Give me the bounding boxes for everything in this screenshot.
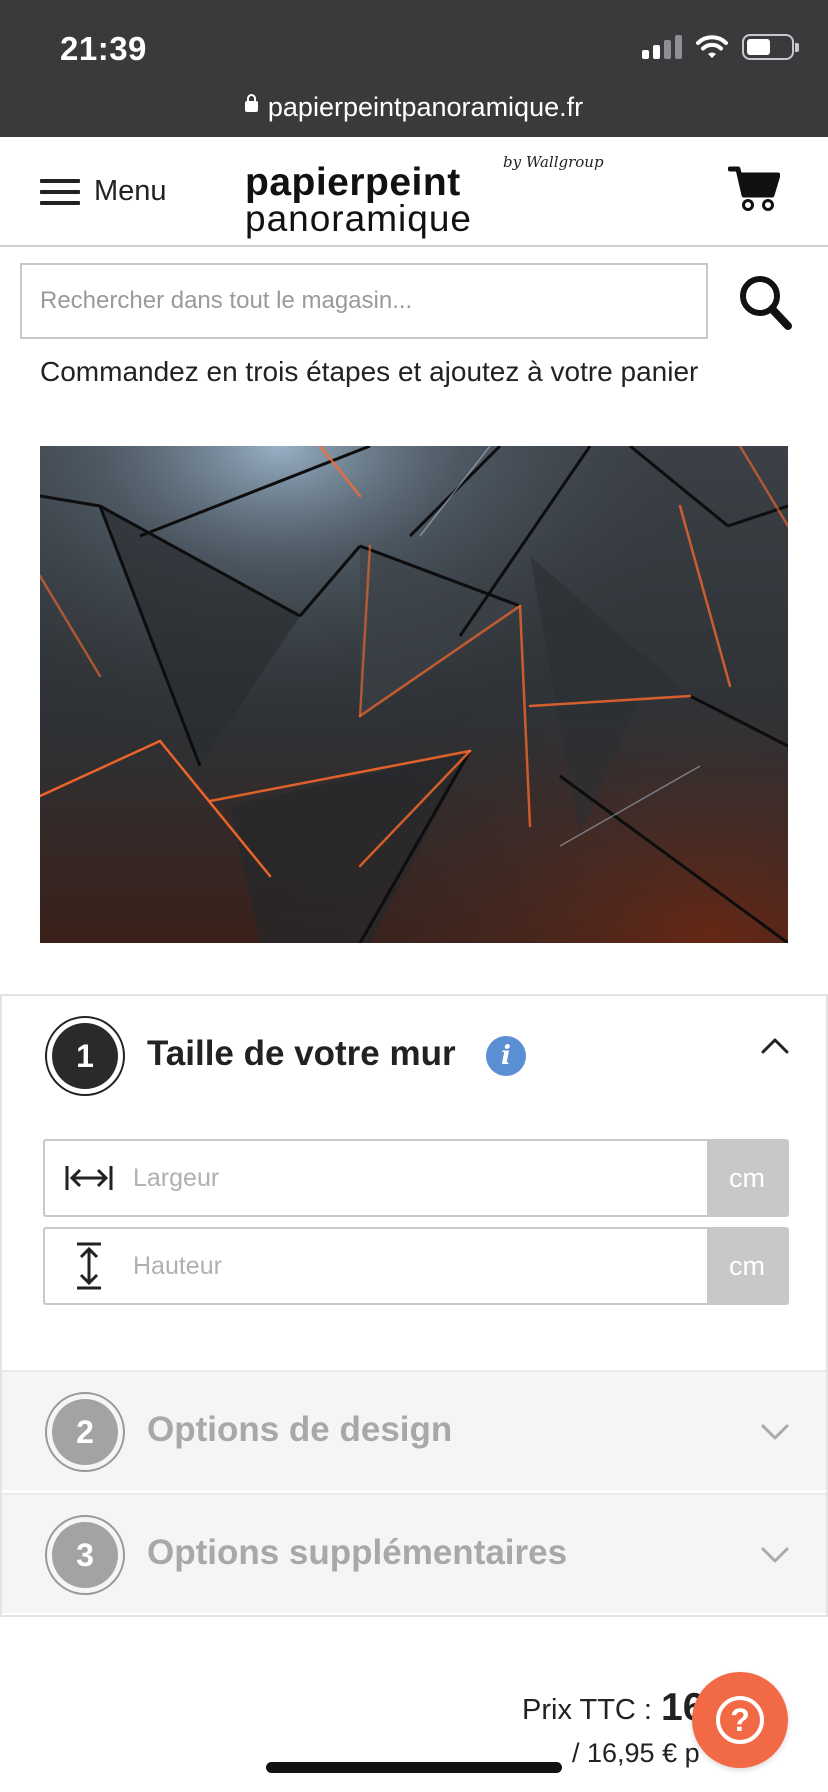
height-field: cm <box>43 1227 789 1305</box>
cellular-signal-icon <box>642 35 682 59</box>
question-mark-icon: ? <box>716 1696 764 1744</box>
wifi-icon <box>696 35 728 58</box>
status-time: 21:39 <box>60 30 147 67</box>
home-indicator[interactable] <box>266 1762 562 1773</box>
height-arrows-icon <box>45 1229 133 1303</box>
shopping-cart-icon[interactable] <box>728 165 780 213</box>
width-field: cm <box>43 1139 789 1217</box>
width-input[interactable] <box>133 1141 707 1215</box>
search-icon[interactable] <box>736 272 794 332</box>
info-icon[interactable]: i <box>486 1036 526 1076</box>
step-1-number: 1 <box>45 1016 125 1096</box>
product-image <box>40 446 788 943</box>
battery-icon <box>742 34 799 60</box>
height-unit: cm <box>707 1229 787 1303</box>
height-input[interactable] <box>133 1229 707 1303</box>
search-box <box>20 263 708 339</box>
logo-text-bottom: panoramique <box>245 198 472 239</box>
intro-text: Commandez en trois étapes et ajoutez à v… <box>40 356 699 387</box>
chevron-down-icon[interactable] <box>760 1416 790 1446</box>
step-3-options-supplementaires[interactable]: 3 Options supplémentaires <box>2 1493 826 1613</box>
chevron-down-icon[interactable] <box>760 1539 790 1569</box>
step-1-title[interactable]: Taille de votre mur <box>147 1034 456 1074</box>
price-label: Prix TTC : <box>522 1694 652 1726</box>
price-per-unit: / 16,95 € p <box>572 1738 700 1768</box>
status-bar: 21:39 papierpeintpanoramique.fr <box>0 0 828 137</box>
search-input[interactable] <box>22 265 706 337</box>
site-header: Menu papierpeint panoramique by Wallgrou… <box>0 137 828 247</box>
chevron-up-icon[interactable] <box>760 1032 790 1062</box>
menu-button[interactable]: Menu <box>40 175 167 208</box>
step-2-number: 2 <box>45 1392 125 1472</box>
status-icons <box>642 34 799 60</box>
help-button[interactable]: ? <box>692 1672 788 1768</box>
url-bar[interactable]: papierpeintpanoramique.fr <box>0 92 828 123</box>
site-logo[interactable]: papierpeint panoramique by Wallgroup <box>245 151 604 239</box>
configuration-panel: 1 Taille de votre mur i cm <box>0 994 828 1617</box>
logo-byline: by Wallgroup <box>503 153 604 171</box>
step-2-title: Options de design <box>147 1410 453 1449</box>
lock-icon <box>244 94 258 113</box>
menu-label: Menu <box>94 175 167 207</box>
hamburger-icon <box>40 178 80 205</box>
step-3-title: Options supplémentaires <box>147 1533 568 1572</box>
width-unit: cm <box>707 1141 787 1215</box>
width-arrows-icon <box>45 1141 133 1215</box>
url-text: papierpeintpanoramique.fr <box>267 92 584 122</box>
step-2-options-design[interactable]: 2 Options de design <box>2 1370 826 1490</box>
step-3-number: 3 <box>45 1515 125 1595</box>
logo-text-top: papierpeint <box>245 161 461 204</box>
